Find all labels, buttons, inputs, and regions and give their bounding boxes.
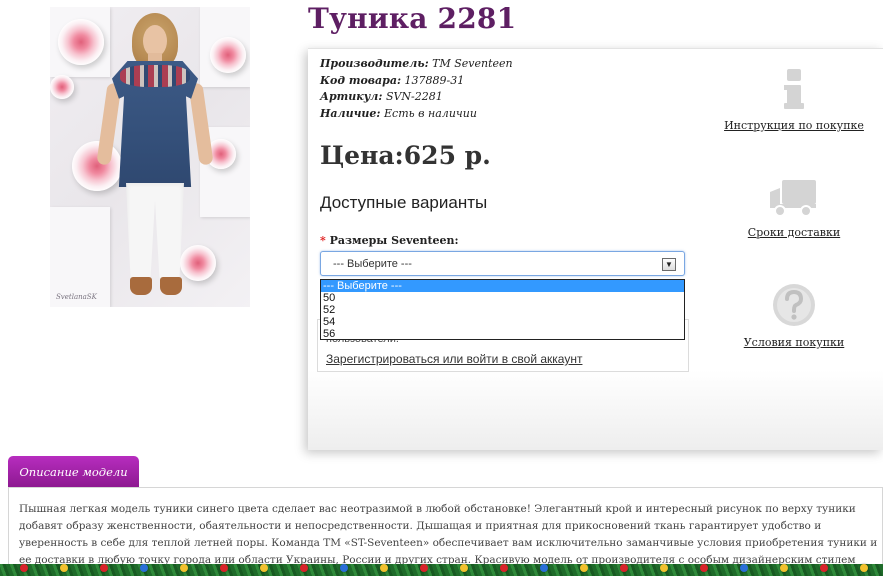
- model-shoe: [130, 277, 152, 295]
- garland-ball: [740, 564, 748, 572]
- paper-rose: [180, 245, 216, 281]
- garland-ball: [620, 564, 628, 572]
- chevron-down-icon[interactable]: ▼: [662, 258, 676, 271]
- garland-ball: [820, 564, 828, 572]
- size-option[interactable]: 54: [321, 316, 684, 328]
- terms-link[interactable]: Условия покупки: [724, 336, 864, 349]
- spec-code: Код товара: 137889-31: [320, 73, 513, 90]
- garland-ball: [20, 564, 28, 572]
- backdrop-panel: [50, 207, 110, 307]
- garland-ball: [580, 564, 588, 572]
- spec-availability: Наличие: Есть в наличии: [320, 106, 513, 123]
- garland-ball: [420, 564, 428, 572]
- garland-ball: [780, 564, 788, 572]
- size-options-list[interactable]: --- Выберите --- 50 52 54 56: [320, 279, 685, 340]
- spec-label: Наличие:: [320, 106, 381, 120]
- tab-description[interactable]: Описание модели: [8, 456, 139, 488]
- spec-article: Артикул: SVN-2281: [320, 89, 513, 106]
- product-photo[interactable]: SvetlanaSK: [50, 7, 250, 307]
- paper-rose: [72, 141, 122, 191]
- size-label: * Размеры Seventeen:: [320, 234, 459, 247]
- instructions-link[interactable]: Инструкция по покупке: [724, 119, 864, 132]
- spec-label: Артикул:: [320, 90, 383, 103]
- product-page: SvetlanaSK Туника 2281 Производитель: TM…: [0, 0, 883, 576]
- delivery-block[interactable]: Сроки доставки: [724, 178, 864, 239]
- product-price: Цена:625 р.: [320, 141, 491, 170]
- size-select[interactable]: --- Выберите --- ▼: [320, 251, 685, 276]
- garland-ball: [380, 564, 388, 572]
- paper-rose: [210, 37, 246, 73]
- garland-ball: [500, 564, 508, 572]
- spec-value: SVN-2281: [385, 90, 443, 103]
- product-specs: Производитель: TM Seventeen Код товара: …: [320, 56, 513, 122]
- register-login-link[interactable]: Зарегистрироваться или войти в свой акка…: [326, 352, 582, 366]
- size-label-text: Размеры Seventeen:: [329, 234, 459, 247]
- garland-ball: [460, 564, 468, 572]
- spec-label: Код товара:: [320, 73, 402, 87]
- garland-branch: [0, 564, 883, 576]
- garland-ball: [220, 564, 228, 572]
- info-icon: [784, 69, 804, 109]
- delivery-link[interactable]: Сроки доставки: [724, 226, 864, 239]
- size-option[interactable]: 50: [321, 292, 684, 304]
- question-icon: [773, 284, 815, 326]
- spec-value: 137889-31: [404, 73, 465, 87]
- size-option[interactable]: 56: [321, 328, 684, 340]
- product-info-box: Производитель: TM Seventeen Код товара: …: [308, 48, 883, 450]
- garland-ball: [540, 564, 548, 572]
- garland-ball: [60, 564, 68, 572]
- terms-block[interactable]: Условия покупки: [724, 282, 864, 349]
- garland-ball: [300, 564, 308, 572]
- variants-heading: Доступные варианты: [320, 193, 488, 212]
- garland-ball: [340, 564, 348, 572]
- instructions-block[interactable]: Инструкция по покупке: [724, 67, 864, 132]
- photo-signature: SvetlanaSK: [56, 293, 97, 301]
- size-select-value: --- Выберите ---: [333, 258, 412, 270]
- model-legs: [126, 183, 184, 281]
- paper-rose: [50, 75, 74, 99]
- spec-value: TM Seventeen: [432, 57, 513, 70]
- garland-ball: [100, 564, 108, 572]
- garland-ball: [860, 564, 868, 572]
- garland-ball: [700, 564, 708, 572]
- garland-ball: [180, 564, 188, 572]
- size-option[interactable]: 52: [321, 304, 684, 316]
- tunic-pattern: [120, 65, 190, 87]
- garland-ball: [660, 564, 668, 572]
- paper-rose: [58, 19, 104, 65]
- christmas-garland: [0, 554, 883, 576]
- truck-icon: [770, 180, 816, 217]
- required-mark: *: [320, 234, 326, 247]
- size-option[interactable]: --- Выберите ---: [321, 280, 684, 292]
- spec-label: Производитель:: [320, 57, 429, 70]
- garland-ball: [140, 564, 148, 572]
- spec-value: Есть в наличии: [384, 106, 477, 120]
- model-shoe: [160, 277, 182, 295]
- spec-manufacturer: Производитель: TM Seventeen: [320, 56, 513, 73]
- product-title: Туника 2281: [308, 2, 517, 35]
- garland-ball: [260, 564, 268, 572]
